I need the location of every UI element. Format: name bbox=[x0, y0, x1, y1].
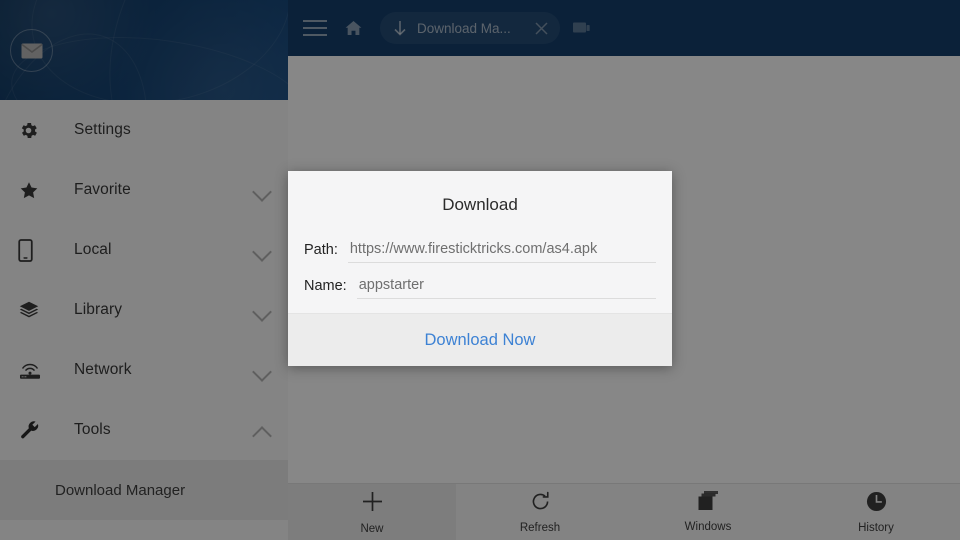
name-input[interactable]: appstarter bbox=[356, 277, 656, 299]
download-dialog: Download Path: https://www.firesticktric… bbox=[288, 171, 672, 366]
dialog-title: Download bbox=[442, 195, 518, 214]
path-input[interactable]: https://www.firesticktricks.com/as4.apk bbox=[347, 241, 656, 263]
dialog-footer: Download Now bbox=[288, 313, 672, 366]
dialog-name-row: Name: appstarter bbox=[304, 277, 656, 299]
app-root: Settings Favorite Local Library Network … bbox=[0, 0, 960, 540]
dialog-body: Path: https://www.firesticktricks.com/as… bbox=[288, 219, 672, 313]
dialog-path-row: Path: https://www.firesticktricks.com/as… bbox=[304, 241, 656, 263]
download-now-button[interactable]: Download Now bbox=[425, 331, 536, 350]
path-label: Path: bbox=[304, 242, 338, 258]
name-label: Name: bbox=[304, 278, 347, 294]
